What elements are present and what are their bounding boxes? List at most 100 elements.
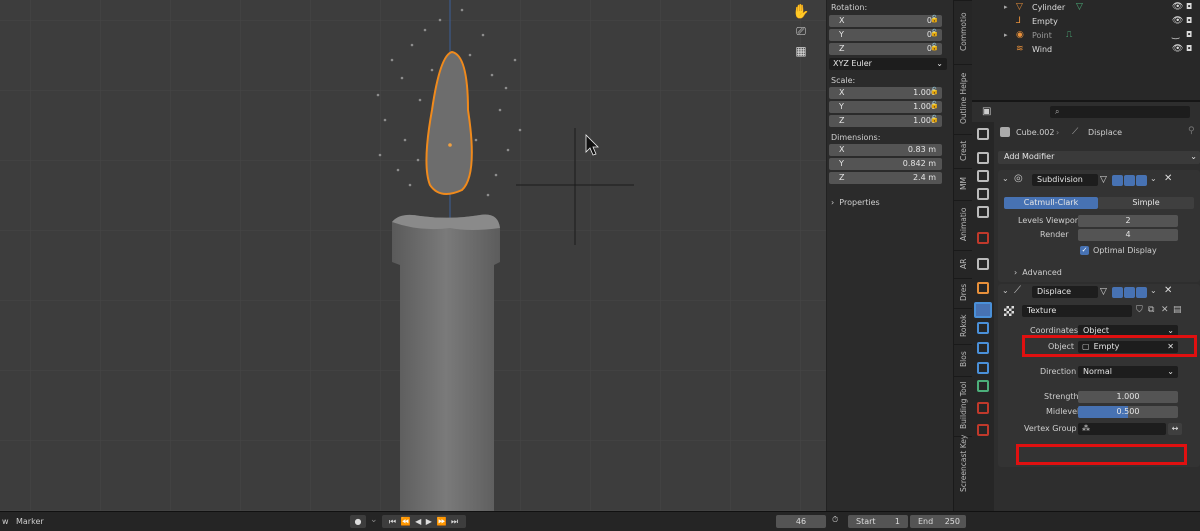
lock-icon[interactable]: 🔓 (930, 29, 939, 37)
scale-z-field[interactable]: Z 1.000 (829, 115, 942, 127)
texture-checker-icon[interactable] (1004, 306, 1014, 316)
pin-icon[interactable]: ⚲ (1188, 126, 1195, 136)
fake-user-shield-icon[interactable]: ⛉ (1136, 305, 1143, 315)
subdivision-name-field[interactable]: Subdivision (1032, 174, 1098, 186)
invert-vertex-group-button[interactable]: ↔ (1168, 423, 1182, 435)
edit-mode-toggle-icon[interactable]: ▽ (1100, 287, 1111, 298)
physics-properties-tab-icon[interactable] (977, 342, 989, 354)
dropdown-chevron-icon[interactable]: ⌄ (1150, 174, 1157, 183)
on-cage-toggle-icon[interactable] (1112, 175, 1123, 186)
tab-building-tool[interactable]: Building Tool (954, 376, 973, 434)
clear-icon[interactable]: ✕ (1167, 341, 1174, 353)
tab-rokok[interactable]: Rokok (954, 308, 973, 342)
3d-viewport[interactable]: ✋ ⎚ ▦ (0, 0, 826, 511)
vertex-group-field[interactable]: ⁂ (1078, 423, 1166, 435)
grid-view-icon[interactable]: ▦ (792, 44, 810, 62)
outliner-item[interactable]: ⅃ Empty 👁 ◘ (972, 15, 1200, 29)
hand-pan-icon[interactable]: ✋ (792, 4, 810, 22)
tab-blos[interactable]: Blos (954, 344, 973, 374)
rotation-z-field[interactable]: Z 0° (829, 43, 942, 55)
dropdown-chevron-icon[interactable]: ⌄ (370, 515, 378, 525)
texture-properties-tab-icon[interactable] (977, 424, 989, 436)
eye-icon[interactable]: 👁 (1172, 2, 1183, 12)
scene-properties-tab-icon[interactable] (977, 206, 989, 218)
tab-screencast-key[interactable]: Screencast Key (954, 435, 973, 492)
camera-render-icon[interactable]: ◘ (1186, 44, 1192, 53)
editor-type-icon[interactable]: ▣ (982, 106, 996, 118)
object-field[interactable]: ▢ Empty ✕ (1078, 341, 1178, 353)
advanced-subpanel[interactable]: › Advanced (1014, 268, 1062, 277)
end-frame-field[interactable]: End 250 (910, 515, 966, 528)
view-layer-properties-tab-icon[interactable] (977, 188, 989, 200)
render-levels-field[interactable]: 4 (1078, 229, 1178, 241)
rotation-x-field[interactable]: X 0° (829, 15, 942, 27)
tool-properties-tab-icon[interactable] (977, 128, 989, 140)
tab-commotio[interactable]: Commotio (954, 0, 973, 62)
viewport-scene[interactable] (0, 0, 826, 511)
close-icon[interactable]: ✕ (1164, 173, 1172, 184)
start-frame-field[interactable]: Start 1 (848, 515, 908, 528)
view-menu[interactable]: w (2, 517, 9, 526)
properties-subpanel[interactable]: › Properties (831, 198, 880, 207)
particles-properties-tab-icon[interactable] (977, 322, 989, 334)
playback-controls[interactable]: ⏮ ⏪ ◀ ▶ ⏩ ⏭ (382, 515, 466, 528)
rotation-mode-select[interactable]: XYZ Euler ⌄ (829, 58, 947, 70)
render-toggle-icon[interactable] (1136, 175, 1147, 186)
coordinates-select[interactable]: Object ⌄ (1078, 325, 1178, 337)
dimension-y-field[interactable]: Y 0.842 m (829, 158, 942, 170)
scale-y-field[interactable]: Y 1.000 (829, 101, 942, 113)
tab-outline-helpe[interactable]: Outline Helpe (954, 64, 973, 132)
on-cage-toggle-icon[interactable] (1112, 287, 1123, 298)
levels-viewport-field[interactable]: 2 (1078, 215, 1178, 227)
dropdown-chevron-icon[interactable]: ⌄ (1150, 286, 1157, 295)
collection-properties-tab-icon[interactable] (977, 258, 989, 270)
viewport-toggle-icon[interactable] (1124, 175, 1135, 186)
search-input[interactable]: ⌕ (1050, 106, 1190, 118)
stopwatch-icon[interactable]: ⏱ (832, 515, 838, 525)
tab-mm[interactable]: MM (954, 168, 973, 198)
strength-field[interactable]: 1.000 (1078, 391, 1178, 403)
close-icon[interactable]: ✕ (1164, 285, 1172, 296)
record-button[interactable]: ● (350, 515, 366, 528)
camera-render-icon[interactable]: ◘ (1186, 2, 1192, 11)
tab-ar[interactable]: AR (954, 250, 973, 276)
dimension-x-field[interactable]: X 0.83 m (829, 144, 942, 156)
tab-creat[interactable]: Creat (954, 134, 973, 166)
tab-dres[interactable]: Dres (954, 278, 973, 306)
object-properties-tab-icon[interactable] (977, 282, 989, 294)
render-toggle-icon[interactable] (1136, 287, 1147, 298)
eye-icon[interactable]: 👁 (1172, 16, 1183, 26)
dimension-z-field[interactable]: Z 2.4 m (829, 172, 942, 184)
add-modifier-button[interactable]: Add Modifier ⌄ (998, 151, 1200, 164)
lock-icon[interactable]: 🔓 (930, 101, 939, 109)
texture-properties-icon[interactable]: ▤ (1173, 305, 1182, 315)
output-properties-tab-icon[interactable] (977, 170, 989, 182)
lock-icon[interactable]: 🔓 (930, 15, 939, 23)
lock-icon[interactable]: 🔓 (930, 87, 939, 95)
world-properties-tab-icon[interactable] (977, 232, 989, 244)
expand-arrow-icon[interactable]: ▸ (1004, 31, 1008, 39)
texture-field[interactable]: Texture (1022, 305, 1132, 317)
scale-x-field[interactable]: X 1.000 (829, 87, 942, 99)
outliner-item[interactable]: ▸ ▽ Cylinder ▽ 👁 ◘ (972, 1, 1200, 15)
lock-icon[interactable]: 🔓 (930, 115, 939, 123)
duplicate-icon[interactable]: ⧉ (1148, 305, 1154, 315)
expand-arrow-icon[interactable]: ▸ (1004, 3, 1008, 11)
render-properties-tab-icon[interactable] (977, 152, 989, 164)
displace-name-field[interactable]: Displace (1032, 286, 1098, 298)
unlink-icon[interactable]: ✕ (1161, 305, 1169, 315)
tab-simple[interactable]: Simple (1098, 197, 1194, 209)
object-data-properties-tab-icon[interactable] (977, 380, 989, 392)
camera-render-icon[interactable]: ◘ (1186, 30, 1192, 39)
marker-menu[interactable]: Marker (16, 517, 44, 526)
lock-icon[interactable]: 🔓 (930, 43, 939, 51)
edit-mode-toggle-icon[interactable]: ▽ (1100, 175, 1111, 186)
constraints-properties-tab-icon[interactable] (977, 362, 989, 374)
camera-icon[interactable]: ⎚ (792, 24, 810, 42)
collapse-chevron-icon[interactable]: ⌄ (1002, 174, 1009, 183)
collapse-chevron-icon[interactable]: ⌄ (1002, 286, 1009, 295)
modifier-properties-tab-icon[interactable] (974, 302, 992, 318)
material-properties-tab-icon[interactable] (977, 402, 989, 414)
tab-animatio[interactable]: Animatio (954, 200, 973, 248)
tab-catmull-clark[interactable]: Catmull-Clark (1004, 197, 1098, 209)
